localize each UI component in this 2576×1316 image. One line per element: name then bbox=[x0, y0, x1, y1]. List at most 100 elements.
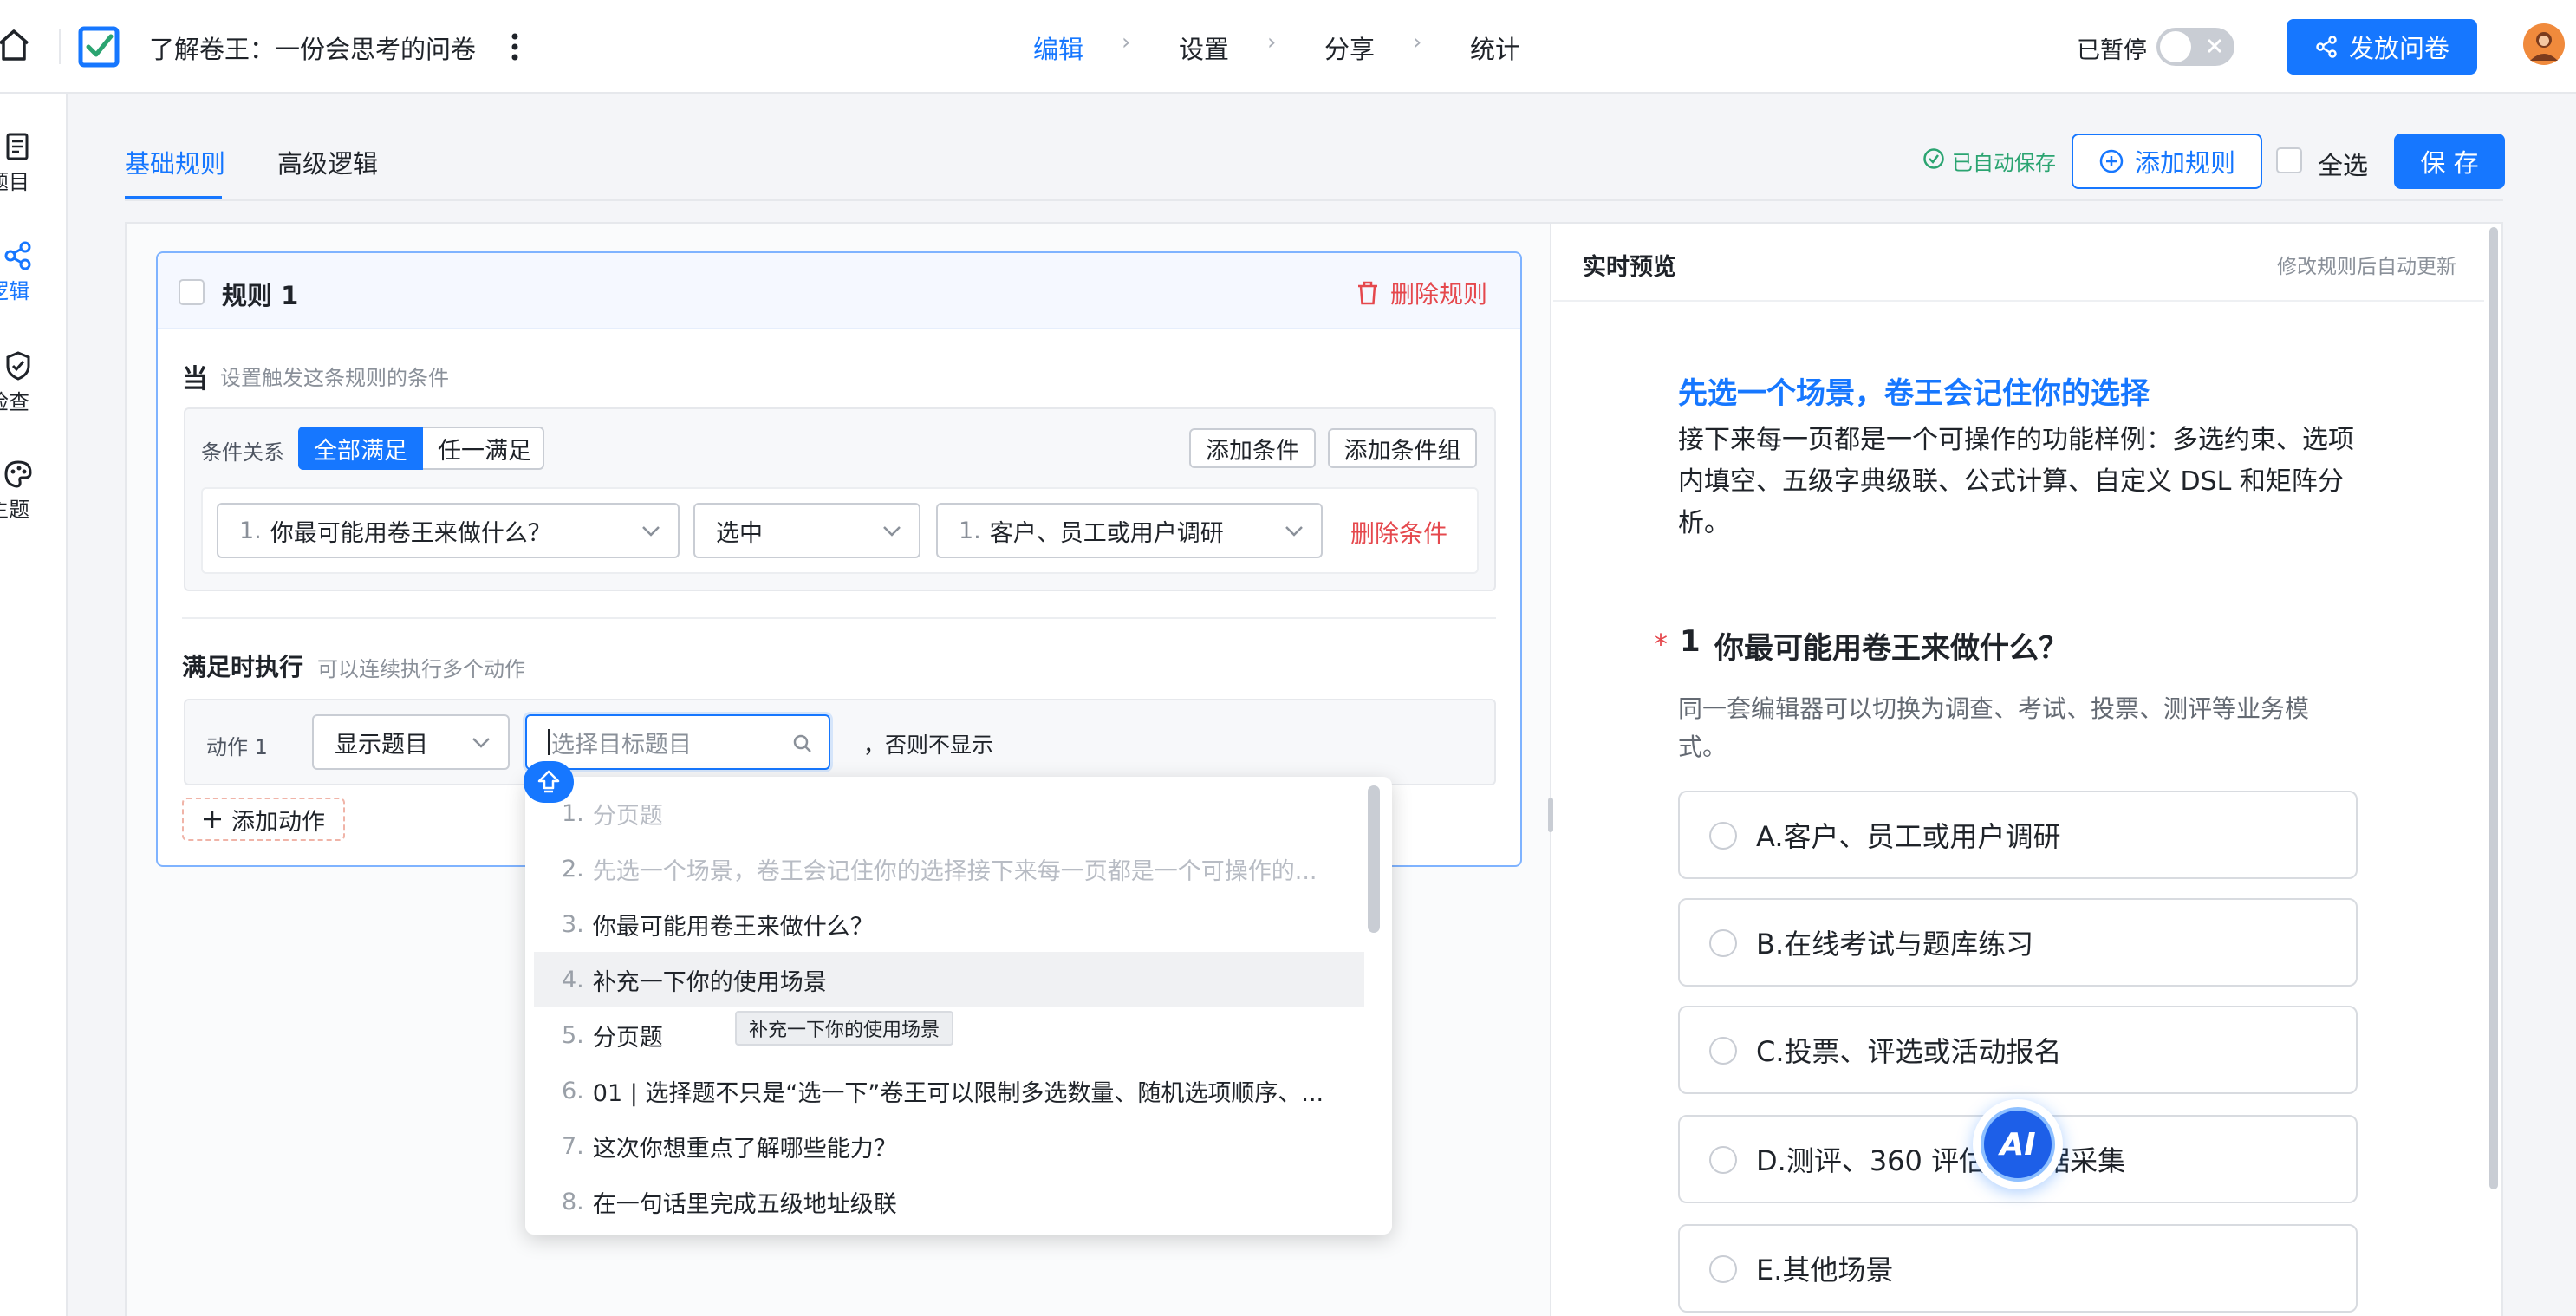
tab-basic-rules[interactable]: 基础规则 bbox=[125, 144, 225, 180]
step-share[interactable]: 分享 bbox=[1324, 29, 1375, 66]
preview-title: 实时预览 bbox=[1583, 254, 1676, 281]
option-b[interactable]: B.在线考试与题库练习 bbox=[1678, 898, 2358, 987]
when-label: 当 bbox=[182, 364, 208, 394]
search-icon bbox=[792, 733, 813, 754]
select-all-checkbox[interactable] bbox=[2276, 147, 2302, 173]
condition-question-value: 你最可能用卷王来做什么？ bbox=[270, 519, 551, 547]
preview-scrollbar[interactable] bbox=[2489, 227, 2498, 1189]
step-stats[interactable]: 统计 bbox=[1470, 29, 1520, 66]
add-action-button[interactable]: 添加动作 bbox=[182, 798, 345, 841]
preview-intro: 接下来每一页都是一个可操作的功能样例：多选约束、选项内填空、五级字典级联、公式计… bbox=[1678, 425, 2354, 538]
chevron-right-icon: › bbox=[1267, 29, 1277, 55]
add-rule-label: 添加规则 bbox=[2134, 148, 2235, 178]
rule-checkbox[interactable] bbox=[179, 279, 205, 305]
select-all-label[interactable]: 全选 bbox=[2318, 146, 2368, 182]
radio bbox=[1709, 1146, 1737, 1174]
list-item[interactable]: 3. 你最可能用卷王来做什么？ bbox=[534, 896, 1364, 952]
delete-condition-button[interactable]: 删除条件 bbox=[1350, 515, 1447, 550]
publish-button[interactable]: 发放问卷 bbox=[2287, 19, 2477, 75]
step-edit[interactable]: 编辑 bbox=[1033, 29, 1083, 66]
autosave-status: 已自动保存 bbox=[1952, 151, 2056, 175]
delete-rule-button[interactable]: 删除规则 bbox=[1356, 276, 1487, 310]
option-a[interactable]: A.客户、员工或用户调研 bbox=[1678, 791, 2358, 879]
radio bbox=[1709, 1255, 1737, 1283]
list-item[interactable]: 6. 01 | 选择题不只是“选一下”卷王可以限制多选数量、随机选项顺序、... bbox=[534, 1063, 1364, 1118]
action-type-select[interactable]: 显示题目 bbox=[312, 714, 510, 770]
preview-hint: 修改规则后自动更新 bbox=[2277, 256, 2456, 278]
sidebar-item-label: 题目 bbox=[0, 170, 29, 194]
arrow-up-icon bbox=[537, 769, 561, 795]
option-e[interactable]: E.其他场景 bbox=[1678, 1224, 2358, 1313]
text-cursor bbox=[548, 729, 550, 755]
when-hint: 设置触发这条规则的条件 bbox=[220, 366, 449, 390]
action-target-placeholder: 选择目标题目 bbox=[551, 731, 692, 759]
toggle-knob bbox=[2160, 31, 2191, 62]
top-bar: 了解卷王：一份会思考的问卷 编辑 › 设置 › 分享 › 统计 已暂停 发放问卷 bbox=[0, 0, 2576, 94]
add-condition-button[interactable]: 添加条件 bbox=[1189, 428, 1316, 468]
question-number: 1 bbox=[1680, 624, 1701, 659]
share-icon bbox=[2314, 35, 2339, 59]
document-icon bbox=[0, 132, 68, 161]
radio bbox=[1709, 929, 1737, 957]
more-vertical-icon[interactable] bbox=[506, 29, 524, 64]
sidebar-item-check[interactable]: 检查 bbox=[0, 350, 68, 415]
preview-heading: 先选一个场景，卷王会记住你的选择 bbox=[1678, 376, 2150, 411]
relation-label: 条件关系 bbox=[201, 440, 284, 465]
plus-circle-icon bbox=[2098, 148, 2124, 174]
relation-all-option[interactable]: 全部满足 bbox=[298, 427, 423, 470]
sidebar-item-theme[interactable]: 主题 bbox=[0, 459, 68, 523]
step-settings[interactable]: 设置 bbox=[1179, 29, 1229, 66]
floating-arrow-badge[interactable] bbox=[524, 761, 574, 803]
question-description: 同一套编辑器可以切换为调查、考试、投票、测评等业务模式。 bbox=[1678, 694, 2310, 761]
sidebar-item-label: 逻辑 bbox=[0, 279, 29, 303]
question-number: 1. bbox=[239, 517, 262, 544]
add-rule-button[interactable]: 添加规则 bbox=[2072, 134, 2262, 189]
pause-status-label: 已暂停 bbox=[2077, 37, 2147, 64]
question-text: 你最可能用卷王来做什么？ bbox=[1714, 631, 2068, 666]
sidebar-item-questions[interactable]: 题目 bbox=[0, 132, 68, 195]
add-condition-group-button[interactable]: 添加条件组 bbox=[1328, 428, 1477, 468]
pause-toggle[interactable] bbox=[2156, 28, 2234, 66]
save-button[interactable]: 保 存 bbox=[2394, 134, 2505, 189]
radio bbox=[1709, 822, 1737, 850]
condition-operator-value: 选中 bbox=[716, 519, 763, 547]
tabs-border bbox=[125, 199, 2503, 201]
sidebar-item-label: 检查 bbox=[0, 390, 29, 414]
rule-title: 规则 1 bbox=[222, 281, 299, 310]
preview-header: 实时预览 修改规则后自动更新 bbox=[1553, 224, 2484, 302]
chevron-down-icon bbox=[882, 525, 901, 537]
app-logo-icon bbox=[78, 26, 120, 68]
chevron-down-icon bbox=[1285, 525, 1304, 537]
ai-assistant-button[interactable]: AI bbox=[1973, 1099, 2063, 1189]
panel-resize-handle[interactable] bbox=[1548, 798, 1553, 832]
left-sidebar: 题目 逻辑 检查 主题 bbox=[0, 94, 68, 1316]
list-item[interactable]: 7. 这次你想重点了解哪些能力？ bbox=[534, 1118, 1364, 1174]
relation-any-option[interactable]: 任一满足 bbox=[425, 427, 544, 470]
condition-option-select[interactable]: 1. 客户、员工或用户调研 bbox=[936, 503, 1323, 558]
action-target-select[interactable]: 选择目标题目 bbox=[525, 714, 830, 770]
logic-icon bbox=[0, 241, 68, 270]
condition-question-select[interactable]: 1. 你最可能用卷王来做什么？ bbox=[217, 503, 680, 558]
delete-rule-label: 删除规则 bbox=[1390, 280, 1488, 309]
condition-operator-select[interactable]: 选中 bbox=[693, 503, 920, 558]
survey-title[interactable]: 了解卷王：一份会思考的问卷 bbox=[149, 29, 476, 66]
sidebar-item-logic[interactable]: 逻辑 bbox=[0, 241, 68, 304]
home-icon[interactable] bbox=[0, 26, 33, 64]
avatar[interactable] bbox=[2522, 23, 2566, 66]
tab-advanced-logic[interactable]: 高级逻辑 bbox=[277, 144, 378, 180]
list-item[interactable]: 8. 在一句话里完成五级地址级联 bbox=[534, 1174, 1364, 1229]
divider bbox=[59, 29, 61, 64]
option-c[interactable]: C.投票、评选或活动报名 bbox=[1678, 1006, 2358, 1094]
chevron-right-icon: › bbox=[1122, 29, 1131, 55]
dropdown-scrollbar[interactable] bbox=[1368, 785, 1380, 933]
radio bbox=[1709, 1037, 1737, 1065]
ai-badge: AI bbox=[1981, 1107, 2055, 1182]
list-item: 1. 分页题 bbox=[562, 799, 663, 830]
section-divider bbox=[182, 617, 1496, 619]
plus-icon bbox=[202, 809, 223, 830]
list-item[interactable]: 4. 补充一下你的使用场景 bbox=[534, 952, 1364, 1007]
action-label: 动作 1 bbox=[206, 735, 268, 759]
then-hint: 可以连续执行多个动作 bbox=[317, 657, 525, 681]
tab-active-indicator bbox=[125, 196, 222, 199]
action-suffix: ，否则不显示 bbox=[863, 733, 994, 758]
